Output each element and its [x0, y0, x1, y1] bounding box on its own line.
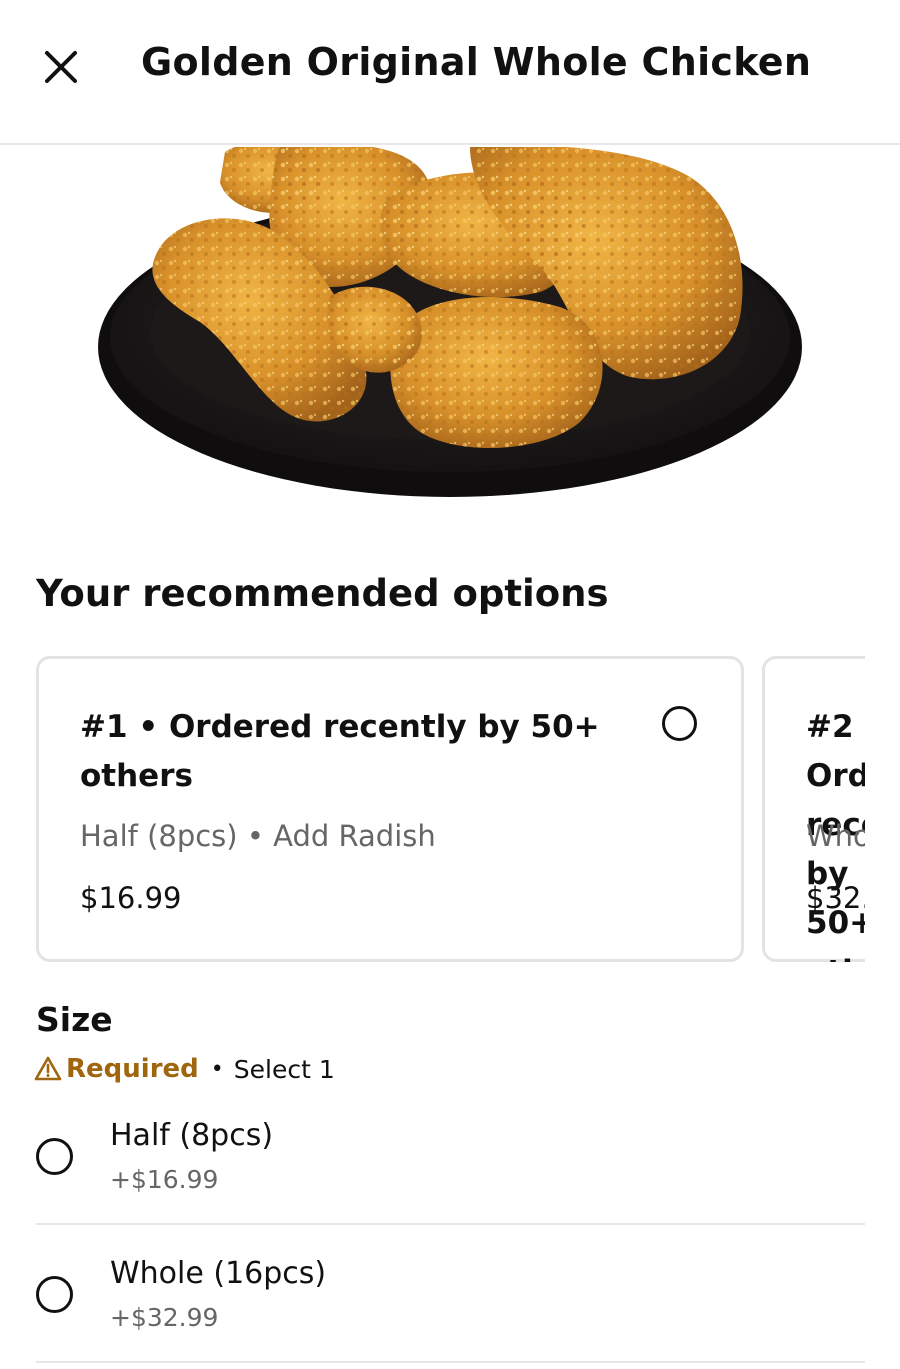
- recommended-card-1[interactable]: #1 • Ordered recently by 50+ others Half…: [36, 656, 744, 962]
- warning-icon: [34, 1056, 62, 1081]
- required-indicator: Required • Select 1: [34, 1053, 335, 1085]
- top-bar: Golden Original Whole Chicken: [0, 0, 900, 145]
- option-label: Whole (16pcs): [110, 1256, 327, 1291]
- size-option-whole[interactable]: Whole (16pcs) +$32.99: [36, 1226, 865, 1363]
- option-label: Half (8pcs): [110, 1118, 274, 1153]
- radio-button[interactable]: [36, 1276, 73, 1313]
- card-subtitle: Half (8pcs) • Add Radish: [80, 819, 436, 853]
- card-subtitle: Whole (16pcs): [806, 819, 865, 853]
- card-price: $32.99: [806, 881, 865, 915]
- recommended-options-title: Your recommended options: [36, 572, 609, 615]
- size-section-title: Size: [36, 1000, 113, 1039]
- recommended-card-2[interactable]: #2 • Ordered recently by 50+ others Whol…: [762, 656, 865, 962]
- separator-dot: •: [210, 1056, 224, 1082]
- card-title: #1 • Ordered recently by 50+ others: [80, 709, 600, 794]
- option-price: +$32.99: [110, 1303, 219, 1332]
- required-label: Required: [66, 1054, 199, 1084]
- radio-button[interactable]: [662, 706, 697, 741]
- fried-chicken-plate-image: [98, 147, 802, 497]
- card-price: $16.99: [80, 881, 182, 915]
- recommended-carousel[interactable]: #1 • Ordered recently by 50+ others Half…: [36, 656, 865, 962]
- select-count-label: Select 1: [233, 1054, 335, 1084]
- close-icon: [45, 51, 77, 83]
- hero-image: [0, 147, 900, 517]
- option-price: +$16.99: [110, 1165, 219, 1194]
- size-option-half[interactable]: Half (8pcs) +$16.99: [36, 1088, 865, 1225]
- close-button[interactable]: [36, 42, 86, 92]
- page-title: Golden Original Whole Chicken: [141, 40, 812, 84]
- radio-button[interactable]: [36, 1138, 73, 1175]
